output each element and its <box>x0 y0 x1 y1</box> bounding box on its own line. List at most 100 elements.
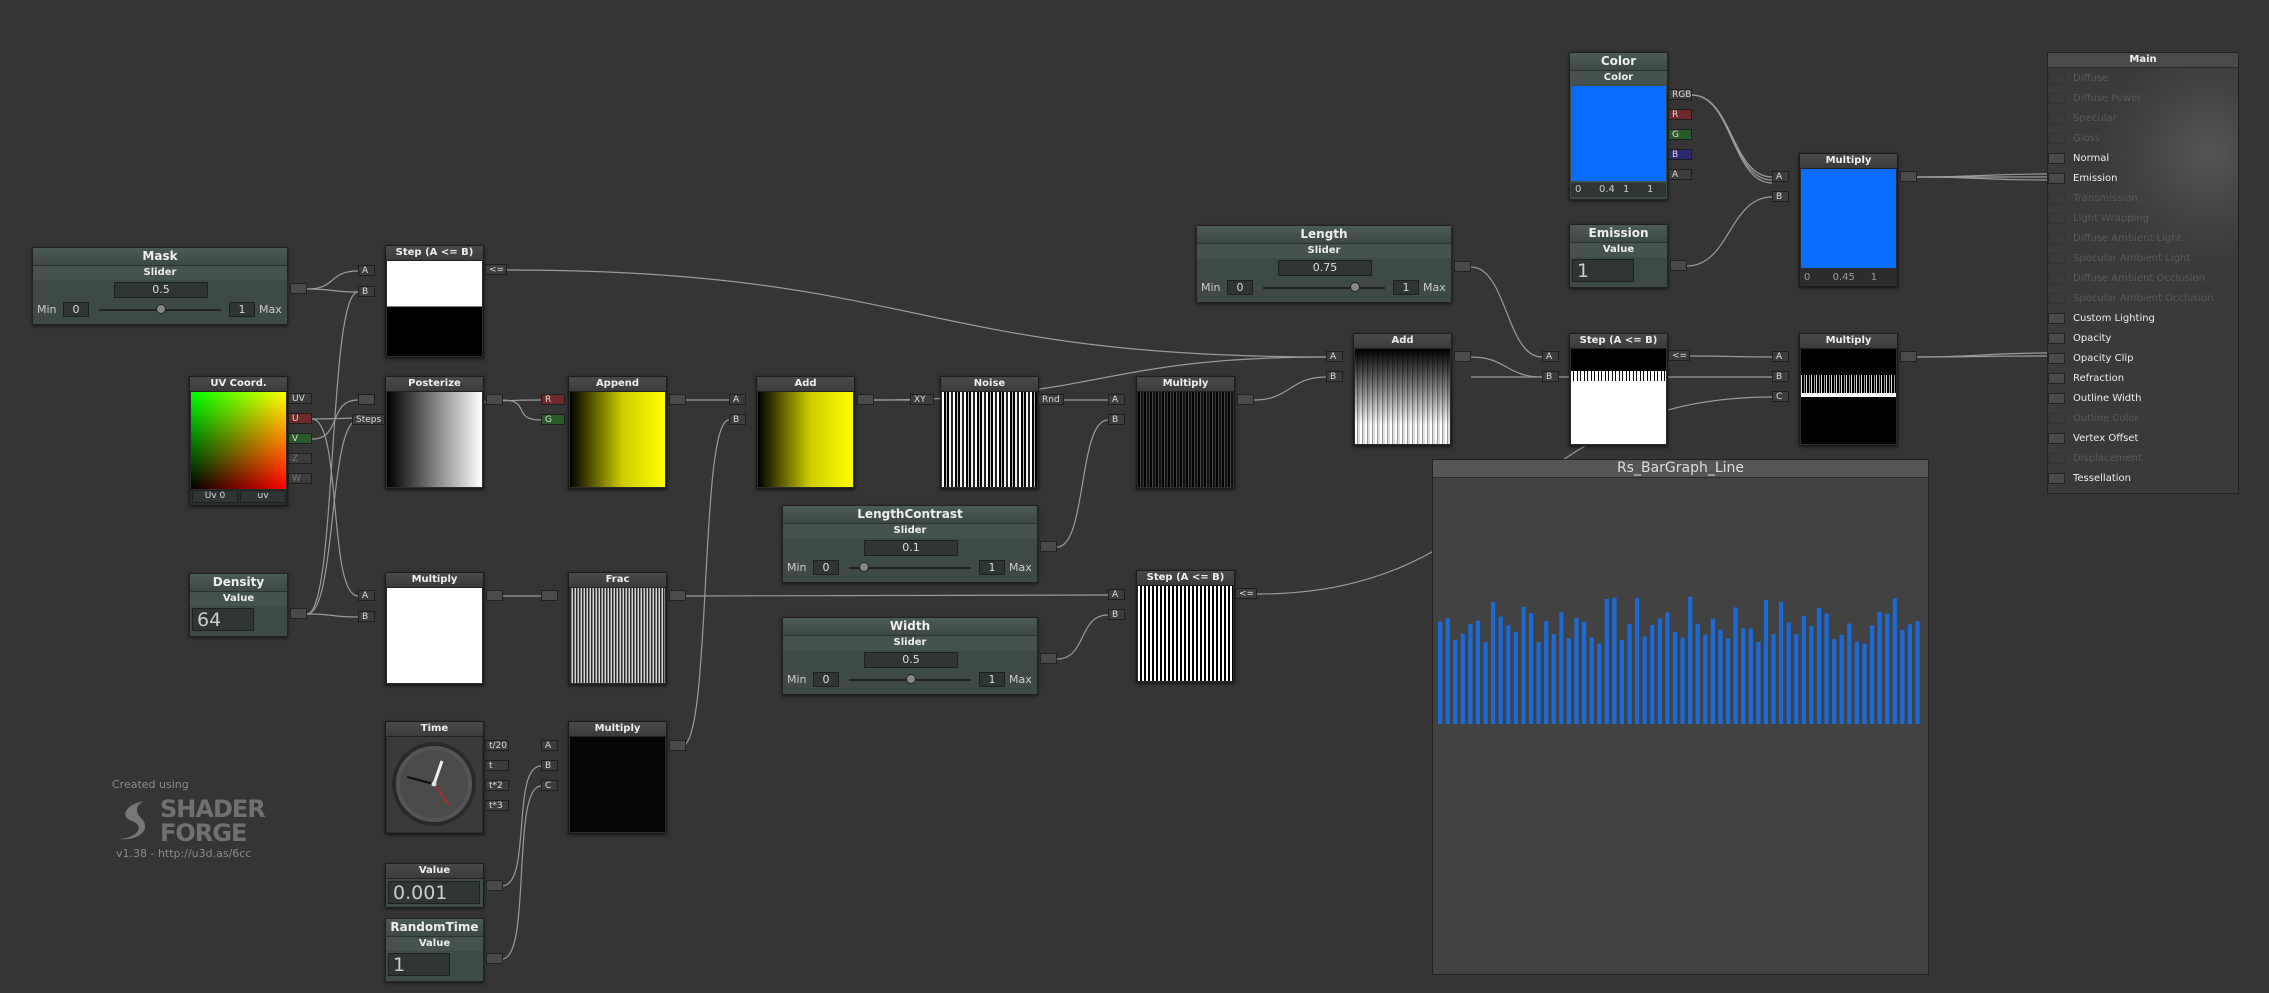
main-input-row[interactable]: Tessellation <box>2048 469 2238 489</box>
step1-input-b[interactable]: B <box>358 286 375 297</box>
min-field[interactable]: 0 <box>1227 280 1253 295</box>
main-input-row[interactable]: Outline Color <box>2048 409 2238 429</box>
color-channel-a[interactable]: 1 <box>1647 184 1653 195</box>
randomtime-output[interactable] <box>486 953 503 964</box>
lengthcontrast-slider-node[interactable]: LengthContrast Slider 0.1 Min 0 1 Max <box>782 505 1038 583</box>
add-node-2[interactable]: Add <box>1353 333 1452 446</box>
max-field[interactable]: 1 <box>979 560 1005 575</box>
time-output-t2[interactable]: t*2 <box>485 780 509 791</box>
add-node-1[interactable]: Add <box>756 376 855 489</box>
color-node[interactable]: Color Color 0 0.4 1 1 <box>1569 52 1668 200</box>
frac-output[interactable] <box>669 590 686 601</box>
main-input-port[interactable] <box>2048 253 2065 264</box>
add1-input-b[interactable]: B <box>729 414 746 425</box>
slider-value[interactable]: 0.75 <box>1278 260 1372 276</box>
color-swatch[interactable] <box>1571 86 1666 181</box>
color-channel-g[interactable]: 0.4 <box>1599 184 1615 195</box>
main-input-port[interactable] <box>2048 293 2065 304</box>
main-output-node[interactable]: Main Diffuse Diffuse Power Specular Gloss No… <box>2047 52 2239 494</box>
main-input-port[interactable] <box>2048 233 2065 244</box>
frac-node[interactable]: Frac <box>568 572 667 685</box>
multiply-node-3[interactable]: Multiply <box>1136 376 1235 489</box>
multiply2-input-c[interactable]: C <box>541 780 558 791</box>
step-node-2[interactable]: Step (A <= B) <box>1569 333 1668 446</box>
multiply4-output[interactable] <box>1900 171 1917 182</box>
main-input-row[interactable]: Normal <box>2048 149 2238 169</box>
multiply4-input-a[interactable]: A <box>1772 171 1789 182</box>
main-input-row[interactable]: Outline Width <box>2048 389 2238 409</box>
value-field[interactable]: 0.001 <box>388 881 480 904</box>
min-field[interactable]: 0 <box>813 672 839 687</box>
main-input-port[interactable] <box>2048 133 2065 144</box>
color-output-g[interactable]: G <box>1668 129 1692 140</box>
multiply1-input-a[interactable]: A <box>358 590 375 601</box>
main-input-row[interactable]: Vertex Offset <box>2048 429 2238 449</box>
noise-output-rnd[interactable]: Rnd <box>1038 394 1064 405</box>
randomtime-node[interactable]: RandomTime Value 1 <box>385 918 484 982</box>
main-input-port[interactable] <box>2048 453 2065 464</box>
main-input-row[interactable]: Custom Lighting <box>2048 309 2238 329</box>
length-slider-node[interactable]: Length Slider 0.75 Min 0 1 Max <box>1196 225 1452 303</box>
multiply-node-1[interactable]: Multiply <box>385 572 484 685</box>
posterize-input[interactable] <box>358 394 375 405</box>
max-field[interactable]: 1 <box>229 302 255 317</box>
multiply5-output[interactable] <box>1900 351 1917 362</box>
append-input-g[interactable]: G <box>541 414 565 425</box>
lengthcontrast-output[interactable] <box>1040 541 1057 552</box>
main-input-row[interactable]: Specular Ambient Occlusion <box>2048 289 2238 309</box>
time-node[interactable]: Time <box>385 721 484 834</box>
time-output-t3[interactable]: t*3 <box>485 800 509 811</box>
width-output[interactable] <box>1040 653 1057 664</box>
step3-input-b[interactable]: B <box>1108 609 1125 620</box>
uv-output-w[interactable]: W <box>288 473 312 484</box>
slider-knob[interactable] <box>859 562 869 572</box>
multiply5-input-b[interactable]: B <box>1772 371 1789 382</box>
max-field[interactable]: 1 <box>979 672 1005 687</box>
uv-output-uv[interactable]: UV <box>288 393 312 404</box>
min-field[interactable]: 0 <box>63 302 89 317</box>
main-input-row[interactable]: Diffuse Power <box>2048 89 2238 109</box>
step-node-3[interactable]: Step (A <= B) <box>1136 570 1235 683</box>
main-input-port[interactable] <box>2048 193 2065 204</box>
uv-coord-node[interactable]: UV Coord. Uv 0 uv <box>189 376 288 506</box>
add2-input-a[interactable]: A <box>1326 351 1343 362</box>
main-input-port[interactable] <box>2048 413 2065 424</box>
multiply5-input-a[interactable]: A <box>1772 351 1789 362</box>
time-output-t[interactable]: t <box>485 760 509 771</box>
noise-input-xy[interactable]: XY <box>910 394 934 405</box>
main-input-row[interactable]: Diffuse Ambient Occlusion <box>2048 269 2238 289</box>
step1-input-a[interactable]: A <box>358 265 375 276</box>
color-channel-b[interactable]: 1 <box>1623 184 1629 195</box>
emission-value-node[interactable]: Emission Value 1 <box>1569 224 1668 288</box>
color-output-a[interactable]: A <box>1668 169 1692 180</box>
add2-output[interactable] <box>1454 351 1471 362</box>
add1-input-a[interactable]: A <box>729 394 746 405</box>
step2-input-a[interactable]: A <box>1542 351 1559 362</box>
noise-node[interactable]: Noise <box>940 376 1039 489</box>
main-input-row[interactable]: Light Wrapping <box>2048 209 2238 229</box>
multiply1-input-b[interactable]: B <box>358 611 375 622</box>
slider-knob[interactable] <box>906 674 916 684</box>
length-output[interactable] <box>1454 261 1471 272</box>
color-output-r[interactable]: R <box>1668 109 1692 120</box>
time-output-t20[interactable]: t/20 <box>485 740 509 751</box>
max-field[interactable]: 1 <box>1393 280 1419 295</box>
multiply3-output[interactable] <box>1237 394 1254 405</box>
multiply2-output[interactable] <box>669 740 686 751</box>
slider-knob[interactable] <box>156 304 166 314</box>
multiply5-input-c[interactable]: C <box>1772 391 1789 402</box>
frac-input[interactable] <box>541 590 558 601</box>
posterize-input-steps[interactable]: Steps <box>352 414 385 425</box>
main-input-port[interactable] <box>2048 73 2065 84</box>
density-value-node[interactable]: Density Value 64 <box>189 573 288 637</box>
main-input-port[interactable] <box>2048 353 2065 364</box>
step3-output[interactable]: <= <box>1235 588 1257 599</box>
step2-output[interactable]: <= <box>1668 350 1690 361</box>
main-input-row[interactable]: Opacity Clip <box>2048 349 2238 369</box>
main-input-row[interactable]: Displacement <box>2048 449 2238 469</box>
color-output-b[interactable]: B <box>1668 149 1692 160</box>
append-node[interactable]: Append <box>568 376 667 489</box>
step3-input-a[interactable]: A <box>1108 589 1125 600</box>
density-value-field[interactable]: 64 <box>192 608 254 631</box>
main-input-port[interactable] <box>2048 173 2065 184</box>
